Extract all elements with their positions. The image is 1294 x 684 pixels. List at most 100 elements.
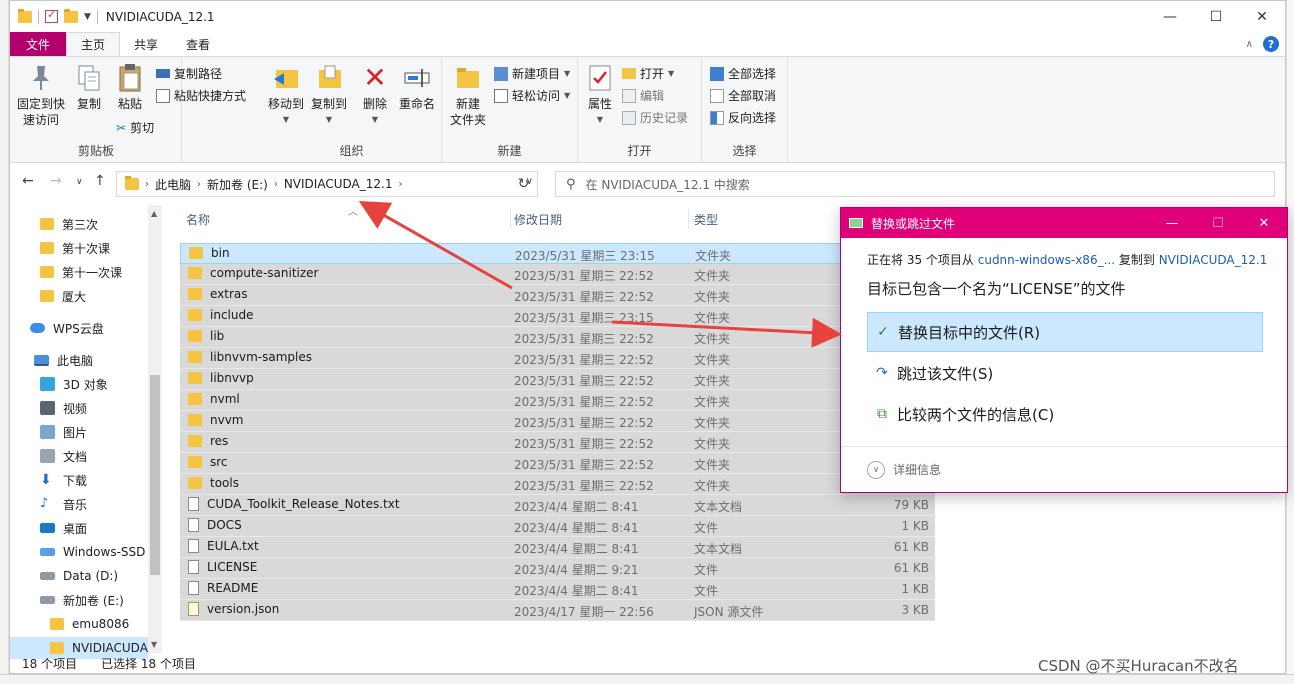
column-divider[interactable]	[510, 209, 511, 229]
delete-button[interactable]: ✕ 删除 ▼	[358, 63, 392, 128]
properties-check-icon[interactable]	[45, 8, 58, 23]
file-row[interactable]: CUDA_Toolkit_Release_Notes.txt 2023/4/4 星…	[180, 495, 935, 516]
collapse-ribbon-icon[interactable]: ∧	[1246, 39, 1253, 50]
customize-toolbar-chevron-icon[interactable]: ▼	[84, 12, 91, 22]
source-link[interactable]: cudnn-windows-x86_...	[978, 253, 1115, 267]
pic-icon	[40, 425, 55, 439]
file-row[interactable]: res 2023/5/31 星期三 22:52 文件夹	[180, 432, 935, 453]
select-all-button[interactable]: 全部选择	[710, 65, 776, 82]
recent-locations-chevron-icon[interactable]: ∨	[76, 177, 83, 187]
nav-scrollbar-thumb[interactable]	[150, 375, 160, 575]
history-button[interactable]: 历史记录	[622, 109, 688, 126]
file-row[interactable]: extras 2023/5/31 星期三 22:52 文件夹	[180, 285, 935, 306]
breadcrumb-this-pc[interactable]: 此电脑	[155, 176, 191, 193]
file-row[interactable]: nvml 2023/5/31 星期三 22:52 文件夹	[180, 390, 935, 411]
up-arrow-icon[interactable]: ↑	[94, 173, 106, 189]
column-header-type[interactable]: 类型	[694, 205, 718, 233]
nav-item[interactable]: ♪ 音乐	[10, 493, 148, 515]
file-row[interactable]: README 2023/4/4 星期二 8:41 文件 1 KB	[180, 579, 935, 600]
paste-button[interactable]: 粘贴	[110, 63, 150, 112]
nav-item[interactable]: 桌面	[10, 517, 148, 539]
skip-file-option[interactable]: ↷ 跳过该文件(S)	[867, 353, 1263, 393]
new-folder-button[interactable]: 新建 文件夹	[446, 63, 490, 128]
dialog-minimize-button[interactable]: —	[1149, 208, 1195, 238]
file-row[interactable]: src 2023/5/31 星期三 22:52 文件夹	[180, 453, 935, 474]
nav-item[interactable]: 新加卷 (E:)	[10, 589, 148, 611]
forward-arrow-icon[interactable]: →	[50, 173, 62, 189]
cut-button[interactable]: ✂ 剪切	[116, 119, 154, 136]
invert-selection-button[interactable]: 反向选择	[710, 109, 776, 126]
address-bar[interactable]: › 此电脑 › 新加卷 (E:) › NVIDIACUDA_12.1 › ∨	[116, 171, 538, 197]
column-header-date[interactable]: 修改日期	[514, 205, 562, 233]
refresh-button[interactable]: ↻	[510, 171, 538, 197]
properties-button[interactable]: 属性 ▼	[582, 63, 618, 128]
nav-item[interactable]: 厦大	[10, 285, 148, 307]
file-row[interactable]: bin 2023/5/31 星期三 23:15 文件夹	[180, 243, 935, 264]
nav-item[interactable]: 3D 对象	[10, 373, 148, 395]
maximize-button[interactable]: ☐	[1193, 1, 1239, 32]
nav-item[interactable]: Windows-SSD	[10, 541, 148, 563]
select-none-button[interactable]: 全部取消	[710, 87, 776, 104]
edit-button[interactable]: 编辑	[622, 87, 664, 104]
file-size: 3 KB	[901, 603, 929, 617]
open-button[interactable]: 打开 ▼	[622, 65, 674, 82]
compare-files-option[interactable]: ⧉ 比较两个文件的信息(C)	[867, 394, 1263, 434]
nav-item[interactable]: emu8086	[10, 613, 148, 635]
nav-item[interactable]: 第十一次课	[10, 261, 148, 283]
nav-item[interactable]: 视频	[10, 397, 148, 419]
nav-item[interactable]: 第三次	[10, 213, 148, 235]
more-details-label[interactable]: 详细信息	[893, 461, 941, 478]
column-divider[interactable]	[688, 209, 689, 229]
file-row[interactable]: include 2023/5/31 星期三 23:15 文件夹	[180, 306, 935, 327]
file-date: 2023/5/31 星期三 23:15	[515, 249, 655, 263]
expand-details-chevron-icon[interactable]: ∨	[867, 460, 885, 479]
tab-share[interactable]: 共享	[120, 32, 172, 56]
destination-link[interactable]: NVIDIACUDA_12.1	[1159, 253, 1268, 267]
copy-path-button[interactable]: 复制路径	[156, 65, 222, 82]
file-row[interactable]: libnvvm-samples 2023/5/31 星期三 22:52 文件夹	[180, 348, 935, 369]
file-row[interactable]: compute-sanitizer 2023/5/31 星期三 22:52 文件夹	[180, 264, 935, 285]
file-date: 2023/5/31 星期三 22:52	[514, 395, 654, 409]
paste-shortcut-button[interactable]: 粘贴快捷方式	[156, 87, 246, 104]
nav-item[interactable]: ⬇ 下载	[10, 469, 148, 491]
file-row[interactable]: lib 2023/5/31 星期三 22:52 文件夹	[180, 327, 935, 348]
scroll-down-icon[interactable]: ▼	[151, 640, 157, 649]
file-row[interactable]: version.json 2023/4/17 星期一 22:56 JSON 源文件 3…	[180, 600, 935, 621]
new-folder-icon[interactable]	[64, 8, 78, 23]
file-row[interactable]: libnvvp 2023/5/31 星期三 22:52 文件夹	[180, 369, 935, 390]
nav-item[interactable]: 第十次课	[10, 237, 148, 259]
replace-file-option[interactable]: ✓ 替换目标中的文件(R)	[867, 312, 1263, 352]
tab-home[interactable]: 主页	[66, 32, 121, 56]
file-row[interactable]: DOCS 2023/4/4 星期二 8:41 文件 1 KB	[180, 516, 935, 537]
nav-item[interactable]: Data (D:)	[10, 565, 148, 587]
file-row[interactable]: EULA.txt 2023/4/4 星期二 8:41 文本文档 61 KB	[180, 537, 935, 558]
file-row[interactable]: tools 2023/5/31 星期三 22:52 文件夹	[180, 474, 935, 495]
rename-button[interactable]: 重命名	[396, 63, 438, 112]
easy-access-button[interactable]: 轻松访问 ▼	[494, 87, 570, 104]
back-arrow-icon[interactable]: ←	[22, 173, 34, 189]
search-input[interactable]: ⚲ 在 NVIDIACUDA_12.1 中搜索	[555, 171, 1275, 197]
copy-to-button[interactable]: 复制到 ▼	[308, 63, 350, 128]
nav-item[interactable]: 图片	[10, 421, 148, 443]
move-to-button[interactable]: 移动到 ▼	[266, 63, 306, 128]
file-row[interactable]: nvvm 2023/5/31 星期三 22:52 文件夹	[180, 411, 935, 432]
new-item-button[interactable]: 新建项目 ▼	[494, 65, 570, 82]
copy-button[interactable]: 复制	[70, 63, 108, 112]
pin-quick-access-button[interactable]: 固定到快 速访问	[14, 63, 68, 128]
breadcrumb-nvidiacuda[interactable]: NVIDIACUDA_12.1	[284, 177, 393, 191]
help-icon[interactable]: ?	[1263, 36, 1279, 52]
tab-view[interactable]: 查看	[172, 32, 224, 56]
tab-file[interactable]: 文件	[10, 32, 67, 56]
close-button[interactable]: ✕	[1239, 1, 1285, 32]
scroll-up-icon[interactable]: ▲	[151, 209, 157, 218]
new-folder-icon	[453, 63, 483, 93]
nav-scrollbar[interactable]: ▲ ▼	[148, 205, 162, 653]
nav-item[interactable]: WPS云盘	[10, 317, 148, 339]
breadcrumb-drive-e[interactable]: 新加卷 (E:)	[207, 176, 268, 193]
dialog-close-button[interactable]: ✕	[1241, 208, 1287, 238]
nav-item[interactable]: 此电脑	[10, 349, 148, 371]
nav-item[interactable]: 文档	[10, 445, 148, 467]
file-row[interactable]: LICENSE 2023/4/4 星期二 9:21 文件 61 KB	[180, 558, 935, 579]
column-header-name[interactable]: 名称	[186, 205, 210, 233]
minimize-button[interactable]: —	[1147, 1, 1193, 32]
